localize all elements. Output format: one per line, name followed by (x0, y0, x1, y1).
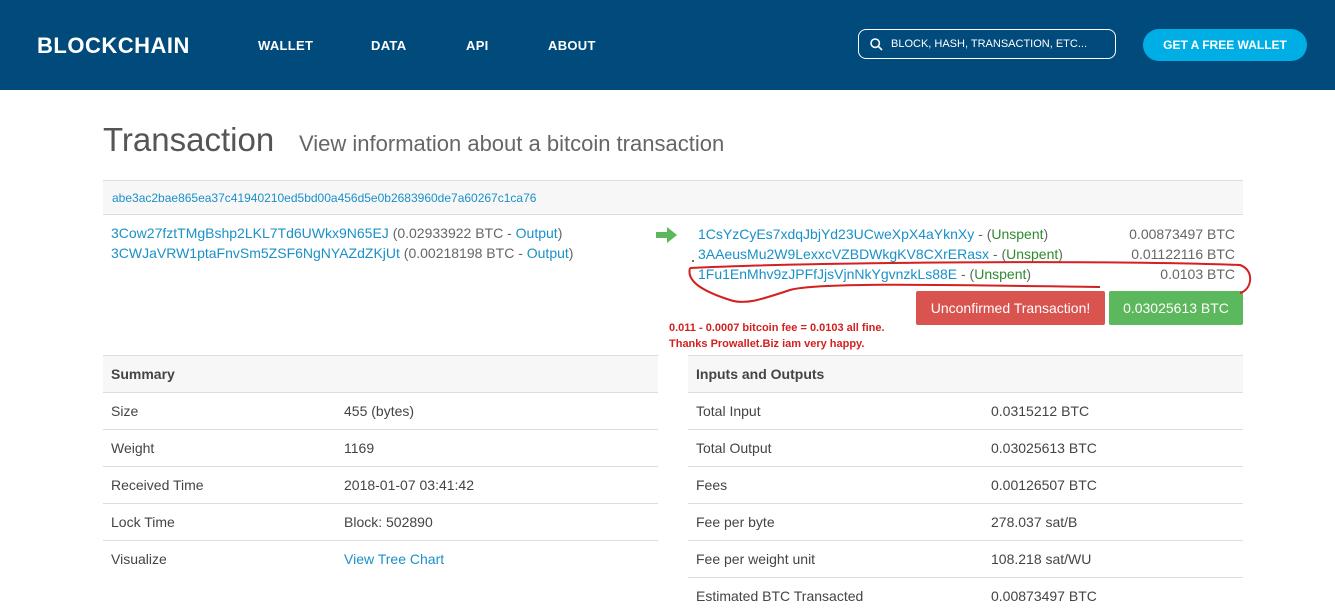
table-row: Visualize View Tree Chart (103, 541, 658, 578)
row-value: Block: 502890 (336, 504, 658, 541)
paren-close: ) (1044, 226, 1049, 242)
inputs-outputs-table: Inputs and Outputs Total Input0.0315212 … (688, 355, 1243, 614)
table-row: Fee per weight unit108.218 sat/WU (688, 541, 1243, 578)
row-value: 0.00126507 BTC (983, 467, 1243, 504)
row-value: 0.00873497 BTC (983, 578, 1243, 614)
summary-heading: Summary (103, 356, 658, 393)
page-title: Transaction (103, 121, 274, 159)
output-address-link[interactable]: 1Fu1EnMhv9zJPFfJjsVjnNkYgvnzkLs88E (698, 266, 957, 282)
unconfirmed-transaction-button[interactable]: Unconfirmed Transaction! (916, 291, 1105, 325)
tx-hash-link[interactable]: abe3ac2bae865ea37c41940210ed5bd00a456d5e… (112, 191, 536, 205)
input-amount: (0.02933922 BTC - (393, 225, 516, 241)
table-row: Lock TimeBlock: 502890 (103, 504, 658, 541)
paren-close: ) (558, 225, 563, 241)
search-input[interactable] (891, 35, 1111, 53)
output-row: 1CsYzCyEs7xdqJbjYd23UCweXpX4aYknXy - (Un… (698, 226, 1048, 242)
output-row: 1Fu1EnMhv9zJPFfJjsVjnNkYgvnzkLs88E - (Un… (698, 266, 1031, 282)
row-label: Fee per weight unit (688, 541, 983, 578)
nav-about[interactable]: ABOUT (548, 38, 596, 53)
row-value: 2018-01-07 03:41:42 (336, 467, 658, 504)
row-label: Total Input (688, 393, 983, 430)
nav-data[interactable]: DATA (371, 38, 406, 53)
input-address-link[interactable]: 3Cow27fztTMgBshp2LKL7Td6UWkx9N65EJ (111, 225, 389, 241)
input-row: 3Cow27fztTMgBshp2LKL7Td6UWkx9N65EJ (0.02… (111, 225, 562, 241)
output-address-link[interactable]: 1CsYzCyEs7xdqJbjYd23UCweXpX4aYknXy (698, 226, 974, 242)
separator: - ( (957, 266, 974, 282)
annotation-line-1: 0.011 - 0.0007 bitcoin fee = 0.0103 all … (669, 322, 885, 334)
view-tree-chart-link[interactable]: View Tree Chart (344, 551, 444, 567)
unspent-status: Unspent (1006, 246, 1058, 262)
nav-api[interactable]: API (466, 38, 489, 53)
search-box (858, 29, 1116, 59)
row-label: Estimated BTC Transacted (688, 578, 983, 614)
output-link[interactable]: Output (516, 225, 558, 241)
row-value: 0.03025613 BTC (983, 430, 1243, 467)
row-value: 455 (bytes) (336, 393, 658, 430)
arrow-right-icon (656, 226, 678, 244)
output-amount: 0.01122116 BTC (1131, 246, 1235, 262)
get-free-wallet-button[interactable]: GET A FREE WALLET (1143, 29, 1307, 61)
row-label: Received Time (103, 467, 336, 504)
row-value: 278.037 sat/B (983, 504, 1243, 541)
unspent-status: Unspent (974, 266, 1026, 282)
output-link[interactable]: Output (527, 245, 569, 261)
row-value: 0.0315212 BTC (983, 393, 1243, 430)
row-label: Weight (103, 430, 336, 467)
row-value: 108.218 sat/WU (983, 541, 1243, 578)
page-subtitle: View information about a bitcoin transac… (299, 131, 724, 157)
unspent-status: Unspent (991, 226, 1043, 242)
table-row: Received Time2018-01-07 03:41:42 (103, 467, 658, 504)
separator: - ( (989, 246, 1006, 262)
row-label: Fee per byte (688, 504, 983, 541)
annotation-line-2: Thanks Prowallet.Biz iam very happy. (669, 338, 864, 350)
separator: - ( (974, 226, 991, 242)
summary-table: Summary Size455 (bytes) Weight1169 Recei… (103, 355, 658, 577)
row-label: Lock Time (103, 504, 336, 541)
paren-close: ) (569, 245, 574, 261)
input-address-link[interactable]: 3CWJaVRW1ptaFnvSm5ZSF6NgNYAZdZKjUt (111, 245, 400, 261)
table-row: Fee per byte278.037 sat/B (688, 504, 1243, 541)
tx-hash-bar: abe3ac2bae865ea37c41940210ed5bd00a456d5e… (103, 180, 1243, 215)
row-value: 1169 (336, 430, 658, 467)
output-row: 3AAeusMu2W9LexxcVZBDWkgKV8CXrERasx - (Un… (698, 246, 1063, 262)
table-row: Size455 (bytes) (103, 393, 658, 430)
top-navbar: BLOCKCHAIN WALLET DATA API ABOUT GET A F… (0, 0, 1335, 90)
total-amount-button[interactable]: 0.03025613 BTC (1109, 291, 1243, 325)
input-row: 3CWJaVRW1ptaFnvSm5ZSF6NgNYAZdZKjUt (0.00… (111, 245, 573, 261)
paren-close: ) (1058, 246, 1063, 262)
output-amount: 0.0103 BTC (1160, 266, 1235, 282)
row-label: Visualize (103, 541, 336, 578)
output-address-link[interactable]: 3AAeusMu2W9LexxcVZBDWkgKV8CXrERasx (698, 246, 989, 262)
output-amount: 0.00873497 BTC (1129, 226, 1235, 242)
paren-close: ) (1026, 266, 1031, 282)
table-row: Total Output0.03025613 BTC (688, 430, 1243, 467)
input-amount: (0.00218198 BTC - (404, 245, 527, 261)
row-label: Total Output (688, 430, 983, 467)
io-heading: Inputs and Outputs (688, 356, 1243, 393)
table-row: Total Input0.0315212 BTC (688, 393, 1243, 430)
table-row: Fees0.00126507 BTC (688, 467, 1243, 504)
blockchain-logo[interactable]: BLOCKCHAIN (37, 33, 190, 59)
row-label: Size (103, 393, 336, 430)
table-row: Weight1169 (103, 430, 658, 467)
nav-wallet[interactable]: WALLET (258, 38, 313, 53)
row-label: Fees (688, 467, 983, 504)
search-icon (870, 38, 883, 51)
table-row: Estimated BTC Transacted0.00873497 BTC (688, 578, 1243, 614)
